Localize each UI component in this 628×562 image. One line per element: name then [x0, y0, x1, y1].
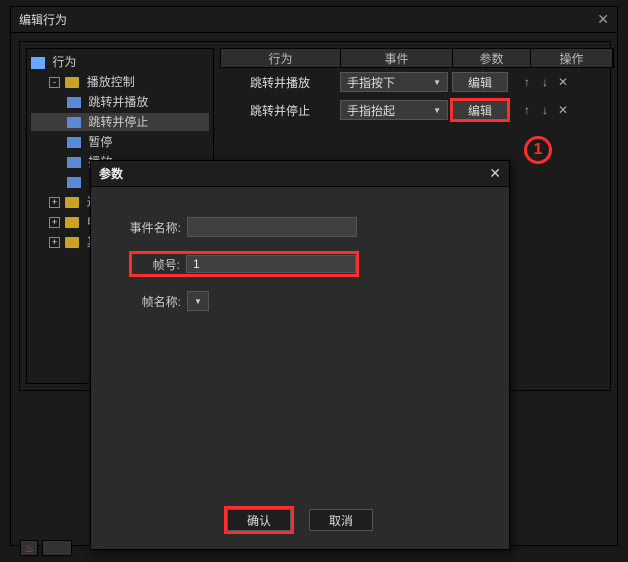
- tree-item-pause[interactable]: 暂停: [31, 133, 209, 151]
- delete-icon[interactable]: ✕: [556, 103, 570, 117]
- item-icon: [67, 177, 81, 188]
- move-up-icon[interactable]: ↑: [520, 103, 534, 117]
- frame-no-highlight: 帧号:: [129, 251, 359, 277]
- close-icon[interactable]: ✕: [597, 11, 609, 28]
- field-event-name: 事件名称:: [115, 217, 485, 237]
- expand-icon[interactable]: +: [49, 217, 60, 228]
- tree-root-icon: [31, 57, 45, 69]
- close-icon[interactable]: ✕: [489, 165, 501, 182]
- chevron-down-icon: ▼: [433, 78, 441, 87]
- tree-root[interactable]: 行为: [31, 53, 209, 71]
- table-header: 行为 事件 参数 操作: [220, 48, 614, 68]
- chevron-down-icon: ▼: [194, 297, 202, 306]
- col-params: 参数: [453, 49, 531, 67]
- event-dropdown[interactable]: 手指抬起 ▼: [340, 100, 448, 120]
- window-title-bar: 编辑行为 ✕: [11, 7, 617, 33]
- item-icon: [67, 157, 81, 168]
- item-icon: [67, 117, 81, 128]
- tree-playback-control[interactable]: - 播放控制: [31, 73, 209, 91]
- col-behavior: 行为: [221, 49, 341, 67]
- row-behavior: 跳转并播放: [224, 74, 336, 91]
- frame-name-dropdown[interactable]: ▼: [187, 291, 209, 311]
- frame-no-label: 帧号:: [132, 256, 186, 273]
- event-name-input[interactable]: [187, 217, 357, 237]
- col-event: 事件: [341, 49, 453, 67]
- expand-icon[interactable]: +: [49, 237, 60, 248]
- move-down-icon[interactable]: ↓: [538, 103, 552, 117]
- item-icon: [67, 97, 81, 108]
- tree-item-jump-stop[interactable]: 跳转并停止: [31, 113, 209, 131]
- move-down-icon[interactable]: ↓: [538, 75, 552, 89]
- row-behavior: 跳转并停止: [224, 102, 336, 119]
- edit-button[interactable]: 编辑: [452, 100, 508, 120]
- item-icon: [67, 137, 81, 148]
- folder-icon: [65, 197, 79, 208]
- ok-button[interactable]: 确认: [227, 509, 291, 531]
- callout-step-1: 1: [524, 136, 552, 164]
- tab-flame-icon[interactable]: ♨: [20, 540, 38, 556]
- edit-button[interactable]: 编辑: [452, 72, 508, 92]
- collapse-icon[interactable]: -: [49, 77, 60, 88]
- table-row: 跳转并播放 手指按下 ▼ 编辑 ↑ ↓ ✕: [220, 68, 614, 96]
- field-frame-no: 帧号:: [129, 251, 485, 277]
- folder-icon: [65, 237, 79, 248]
- params-dialog: 参数 ✕ 事件名称: 帧号: 帧名称: ▼ 确认 取消: [90, 160, 510, 550]
- dialog-body: 事件名称: 帧号: 帧名称: ▼: [91, 187, 509, 355]
- dialog-buttons: 确认 取消: [91, 509, 509, 531]
- window-title: 编辑行为: [19, 11, 597, 28]
- folder-icon: [65, 217, 79, 228]
- delete-icon[interactable]: ✕: [556, 75, 570, 89]
- dialog-title: 参数: [99, 165, 489, 182]
- bottom-tab-strip: ♨: [20, 540, 120, 558]
- expand-icon[interactable]: +: [49, 197, 60, 208]
- tab-item[interactable]: [42, 540, 72, 556]
- dialog-title-bar: 参数 ✕: [91, 161, 509, 187]
- event-name-label: 事件名称:: [115, 219, 187, 236]
- table-row: 跳转并停止 手指抬起 ▼ 编辑 ↑ ↓ ✕: [220, 96, 614, 124]
- row-ops: ↑ ↓ ✕: [520, 103, 570, 117]
- col-ops: 操作: [531, 49, 613, 67]
- tree-item-jump-play[interactable]: 跳转并播放: [31, 93, 209, 111]
- frame-no-input[interactable]: [186, 255, 356, 273]
- move-up-icon[interactable]: ↑: [520, 75, 534, 89]
- row-ops: ↑ ↓ ✕: [520, 75, 570, 89]
- cancel-button[interactable]: 取消: [309, 509, 373, 531]
- folder-icon: [65, 77, 79, 88]
- frame-name-label: 帧名称:: [115, 293, 187, 310]
- chevron-down-icon: ▼: [433, 106, 441, 115]
- field-frame-name: 帧名称: ▼: [115, 291, 485, 311]
- event-dropdown[interactable]: 手指按下 ▼: [340, 72, 448, 92]
